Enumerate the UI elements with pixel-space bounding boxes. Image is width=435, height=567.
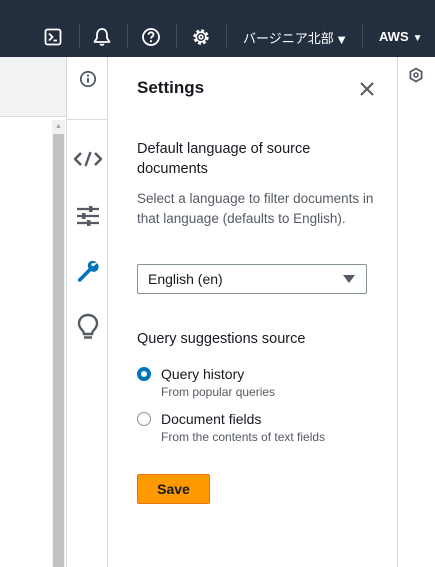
language-select-value: English (en)	[148, 271, 223, 287]
vertical-scrollbar[interactable]: ▲	[52, 120, 65, 567]
wrench-icon[interactable]	[67, 254, 109, 288]
right-side-panel	[397, 57, 435, 567]
hexagon-icon[interactable]	[408, 67, 424, 83]
chevron-down-icon: ▼	[337, 35, 346, 46]
radio-document-fields[interactable]: Document fields From the contents of tex…	[137, 410, 377, 446]
gear-icon[interactable]	[191, 27, 211, 47]
language-select[interactable]: English (en)	[137, 264, 367, 294]
main-content-area: ▲	[0, 57, 66, 567]
caret-down-icon	[343, 275, 355, 283]
chevron-down-icon: ▼	[412, 33, 423, 44]
language-section-label: Default language of source documents	[137, 141, 311, 177]
info-icon[interactable]	[67, 62, 109, 96]
rail-divider	[67, 119, 109, 120]
save-button[interactable]: Save	[137, 474, 210, 504]
lightbulb-icon[interactable]	[67, 310, 109, 344]
query-section-label: Query suggestions source	[137, 331, 306, 347]
code-icon[interactable]	[67, 142, 109, 176]
radio-selected-icon[interactable]	[137, 367, 151, 381]
panel-title: Settings	[137, 78, 205, 97]
radio-query-history[interactable]: Query history From popular queries	[137, 365, 377, 401]
region-selector[interactable]: バージニア北部 ▼	[243, 28, 345, 47]
nav-divider	[79, 24, 80, 48]
region-label: バージニア北部	[243, 32, 334, 47]
scrollbar-thumb[interactable]	[53, 134, 64, 567]
bell-icon[interactable]	[92, 27, 112, 47]
radio-label: Document fields	[161, 411, 262, 427]
language-section-description: Select a language to filter documents in…	[137, 191, 374, 226]
tools-rail	[66, 57, 109, 567]
account-menu[interactable]: AWS ▼	[379, 29, 423, 44]
radio-label: Query history	[161, 366, 245, 382]
top-navigation-bar: バージニア北部 ▼ AWS ▼	[0, 0, 435, 57]
terminal-icon[interactable]	[43, 27, 63, 47]
content-header	[0, 57, 66, 117]
nav-divider	[127, 24, 128, 48]
nav-divider	[226, 24, 227, 48]
account-label: AWS	[379, 29, 409, 44]
settings-panel: Settings Default language of source docu…	[108, 57, 397, 567]
scroll-up-arrow-icon[interactable]: ▲	[52, 122, 65, 132]
nav-divider	[362, 24, 363, 48]
nav-divider	[176, 24, 177, 48]
help-circle-icon[interactable]	[141, 27, 161, 47]
radio-description: From popular queries	[161, 385, 276, 399]
close-icon[interactable]	[357, 79, 377, 99]
sliders-icon[interactable]	[67, 199, 109, 233]
radio-unselected-icon[interactable]	[137, 412, 151, 426]
radio-description: From the contents of text fields	[161, 430, 326, 444]
